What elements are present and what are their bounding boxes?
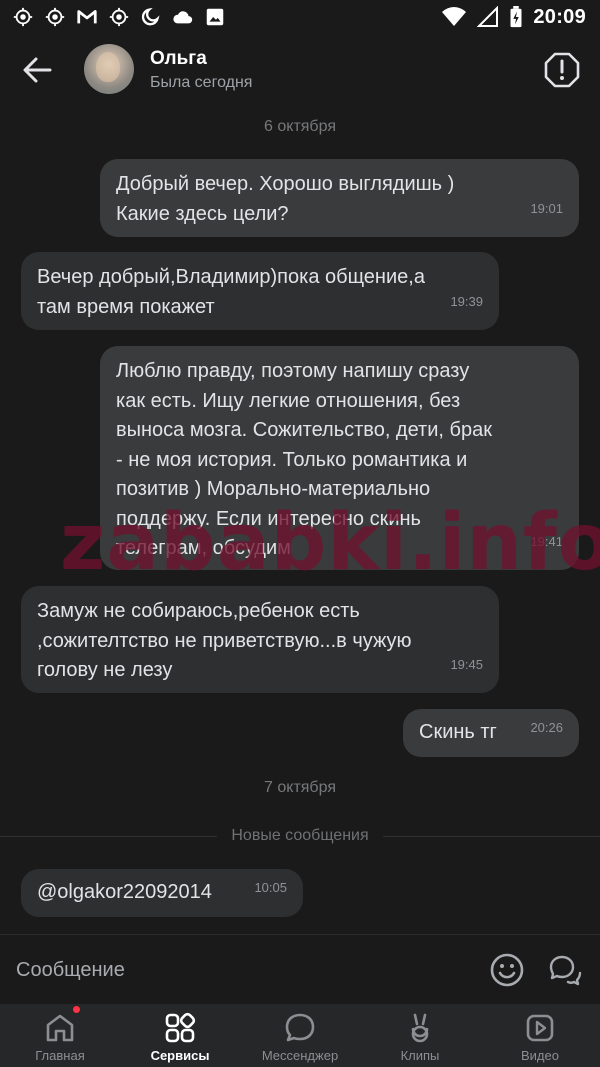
message-text: позитив ) Морально-материально	[116, 478, 431, 500]
avatar[interactable]	[84, 44, 134, 94]
date-separator: 6 октября	[264, 118, 336, 135]
nav-label: Сервисы	[150, 1048, 210, 1063]
message-time: 19:01	[530, 200, 563, 216]
back-arrow-icon[interactable]	[20, 54, 54, 86]
message-time: 19:45	[450, 656, 483, 672]
warning-icon[interactable]	[544, 52, 580, 88]
chat-icon	[285, 1013, 315, 1042]
app-icon	[45, 7, 65, 27]
divider-line	[382, 835, 600, 837]
message-outgoing[interactable]: Люблю правду, поэтому напишу сразу как е…	[100, 346, 579, 570]
message-text: поддержу. Если интересно скинь	[116, 507, 421, 530]
nav-label: Мессенджер	[261, 1048, 339, 1063]
message-text: ,сожителтство не приветствую...в чужую	[37, 629, 412, 652]
nav-label: Видео	[521, 1048, 559, 1063]
app-icon	[109, 7, 129, 27]
nav-label: Главная	[35, 1048, 85, 1063]
message-text: Какие здесь цели?	[116, 202, 289, 225]
message-text: - не моя история. Только романтика и	[116, 448, 468, 471]
nav-item-clips[interactable]: Клипы	[360, 1004, 480, 1067]
message-text: там время покажет	[37, 295, 215, 318]
message-incoming[interactable]: Вечер добрый,Владимир)пока общение,а там…	[21, 252, 499, 330]
nav-item-services[interactable]: Сервисы	[120, 1004, 240, 1067]
message-outgoing[interactable]: Скинь тг 20:26	[403, 709, 579, 757]
nav-item-video[interactable]: Видео	[480, 1004, 600, 1067]
new-messages-label: Новые сообщения	[231, 827, 369, 844]
cloud-icon	[173, 11, 193, 24]
message-text: как есть. Ищу легкие отношения, без	[116, 389, 461, 412]
battery-icon	[510, 6, 522, 28]
message-text: выноса мозга. Сожительство, дети, брак	[116, 419, 492, 441]
divider-line	[0, 835, 218, 837]
message-incoming[interactable]: @olgakor22092014 10:05	[21, 869, 303, 917]
image-icon	[206, 8, 224, 26]
message-time: 19:39	[450, 293, 483, 309]
moon-icon	[141, 7, 160, 26]
message-text: @olgakor22092014	[37, 881, 212, 903]
notification-badge	[72, 1005, 81, 1014]
signal-icon	[477, 6, 499, 27]
message-time: 20:26	[530, 719, 563, 735]
gmail-icon	[77, 10, 97, 24]
chat-header: Ольга Была сегодня	[0, 34, 600, 106]
app-icon	[13, 7, 33, 27]
nav-label: Клипы	[400, 1048, 440, 1063]
emoji-icon[interactable]	[488, 951, 526, 989]
message-time: 10:05	[254, 879, 287, 895]
nav-item-messenger[interactable]: Мессенджер	[240, 1004, 360, 1067]
contact-status: Была сегодня	[150, 74, 253, 91]
message-incoming[interactable]: Замуж не собираюсь,ребенок есть ,сожител…	[21, 586, 499, 693]
message-text: Добрый вечер. Хорошо выглядишь )	[116, 173, 455, 195]
contact-name[interactable]: Ольга	[150, 48, 207, 70]
message-text: Вечер добрый,Владимир)пока общение,а	[37, 266, 425, 288]
message-outgoing[interactable]: Добрый вечер. Хорошо выглядишь ) Какие з…	[100, 159, 579, 237]
message-text: Замуж не собираюсь,ребенок есть	[37, 600, 360, 622]
wifi-icon	[442, 7, 467, 26]
chat-bubbles-icon[interactable]	[546, 951, 584, 989]
message-composer	[0, 934, 600, 1004]
home-icon	[46, 1014, 74, 1042]
status-notification-icons	[12, 6, 226, 28]
message-text: голову не лезу	[37, 659, 173, 681]
message-input[interactable]	[16, 953, 456, 987]
date-separator: 7 октября	[264, 779, 336, 796]
message-text: Люблю правду, поэтому напишу сразу	[116, 360, 470, 382]
status-system-icons: 20:09	[441, 6, 586, 29]
clips-icon	[411, 1013, 429, 1043]
grid-icon	[165, 1012, 196, 1043]
message-text: телеграм, обсудим	[116, 537, 291, 559]
video-icon	[526, 1014, 554, 1042]
new-messages-divider: Новые сообщения	[0, 826, 600, 846]
bottom-navigation: Главная Сервисы Мессенджер Клипы Видео	[0, 1004, 600, 1067]
status-bar: 20:09	[0, 0, 600, 34]
message-time: 19:41	[530, 533, 563, 549]
nav-item-home[interactable]: Главная	[0, 1004, 120, 1067]
clock: 20:09	[533, 5, 586, 28]
